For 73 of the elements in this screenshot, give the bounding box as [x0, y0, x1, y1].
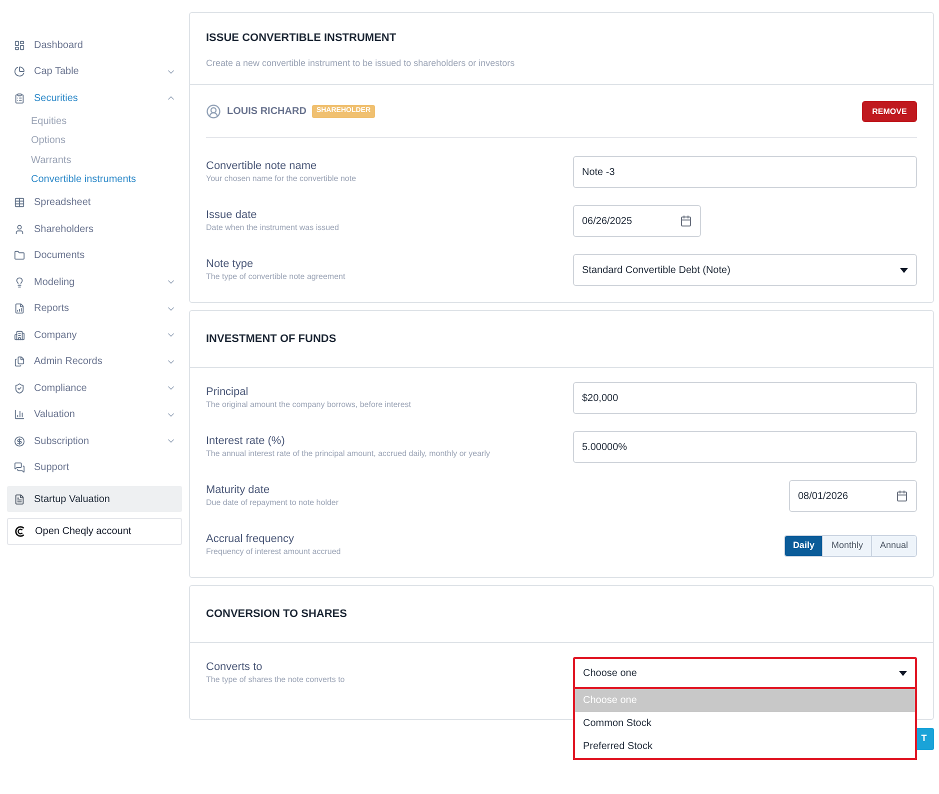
segment-button[interactable]: Daily: [784, 536, 822, 556]
dollar-icon: [14, 436, 25, 447]
avatar-icon: [206, 104, 221, 119]
section-title: CONVERSION TO SHARES: [206, 606, 348, 622]
sidebar-subitem[interactable]: Equities: [31, 112, 182, 131]
select-field[interactable]: Standard Convertible Debt (Note): [573, 254, 917, 286]
segment-button[interactable]: Monthly: [822, 536, 871, 556]
caret-icon: [900, 268, 908, 272]
building-icon: [14, 330, 25, 341]
sidebar-item[interactable]: Securities: [7, 85, 182, 112]
date-field[interactable]: 08/01/2026: [789, 480, 917, 512]
holder-name: LOUIS RICHARD: [227, 105, 306, 119]
folder-icon: [14, 250, 25, 262]
field-hint: The original amount the company borrows, before interest: [206, 399, 412, 410]
calendar-icon: [896, 490, 908, 502]
field-hint: The type of convertible note agreement: [206, 271, 346, 282]
calendar-icon: [680, 215, 692, 227]
field-hint: Frequency of interest amount accrued: [206, 546, 342, 557]
section-title: ISSUE CONVERTIBLE INSTRUMENT: [206, 31, 398, 46]
sidebar-item[interactable]: Valuation: [7, 402, 182, 428]
sidebar-item[interactable]: Modeling: [7, 269, 182, 296]
open-account-button[interactable]: Open Cheqly account: [7, 518, 182, 545]
sidebar-subitem[interactable]: Warrants: [31, 150, 182, 170]
dashboard-icon: [14, 40, 25, 51]
sidebar-item[interactable]: Cap Table: [7, 58, 182, 85]
sidebar-item[interactable]: Dashboard: [7, 32, 182, 58]
field-label: Maturity date: [206, 484, 271, 497]
sidebar-item[interactable]: Company: [7, 322, 182, 348]
field-hint: Due date of repayment to note holder: [206, 497, 340, 508]
files-icon: [14, 356, 25, 368]
sidebar-item[interactable]: Spreadsheet: [7, 190, 182, 216]
bar-chart-icon: [14, 409, 25, 420]
sidebar-item[interactable]: Support: [7, 454, 182, 481]
date-field[interactable]: 06/26/2025: [573, 205, 701, 237]
field-label: Accrual frequency: [206, 533, 296, 546]
pie-chart-icon: [14, 66, 25, 78]
sidebar-item[interactable]: Reports: [7, 296, 182, 322]
chat-icon: [14, 462, 25, 474]
field-label: Interest rate (%): [206, 435, 286, 448]
field-hint: The annual interest rate of the principal amount, accrued daily, monthly or yearly: [206, 448, 491, 459]
text-field[interactable]: $20,000: [573, 382, 917, 414]
sidebar-item[interactable]: Documents: [7, 242, 182, 269]
sidebar-item[interactable]: Shareholders: [7, 216, 182, 242]
sidebar-highlight-item[interactable]: Startup Valuation: [7, 486, 182, 512]
sidebar-subitem[interactable]: Options: [31, 131, 182, 150]
logo-icon: [15, 526, 26, 537]
document-icon: [14, 494, 25, 504]
sidebar-item[interactable]: Compliance: [7, 375, 182, 402]
person-icon: [14, 224, 25, 235]
field-label: Note type: [206, 258, 254, 271]
text-field[interactable]: Note -3: [573, 156, 917, 188]
caret-icon: [899, 670, 907, 676]
table-icon: [14, 197, 25, 208]
field-label: Convertible note name: [206, 160, 318, 173]
select-field[interactable]: Choose one: [573, 657, 917, 689]
clipboard-icon: [14, 92, 25, 104]
field-label: Converts to: [206, 661, 264, 674]
report-icon: [14, 303, 25, 314]
lightbulb-icon: [14, 276, 25, 288]
sidebar-item[interactable]: Subscription: [7, 428, 182, 454]
field-hint: The type of shares the note converts to: [206, 674, 346, 685]
remove-button[interactable]: REMOVE: [862, 101, 917, 122]
field-hint: Date when the instrument was issued: [206, 222, 340, 233]
section-title: INVESTMENT OF FUNDS: [206, 332, 338, 347]
field-label: Principal: [206, 386, 250, 399]
field-label: Issue date: [206, 209, 258, 222]
field-hint: Your chosen name for the convertible note: [206, 173, 358, 184]
text-field[interactable]: 5.00000%: [573, 431, 917, 463]
sidebar-item[interactable]: Admin Records: [7, 348, 182, 375]
shield-icon: [14, 382, 25, 394]
section-subtitle: Create a new convertible instrument to be issued to shareholders or investors: [206, 56, 516, 70]
sidebar-subitem[interactable]: Convertible instruments: [31, 170, 182, 190]
segment-button[interactable]: Annual: [870, 536, 916, 556]
